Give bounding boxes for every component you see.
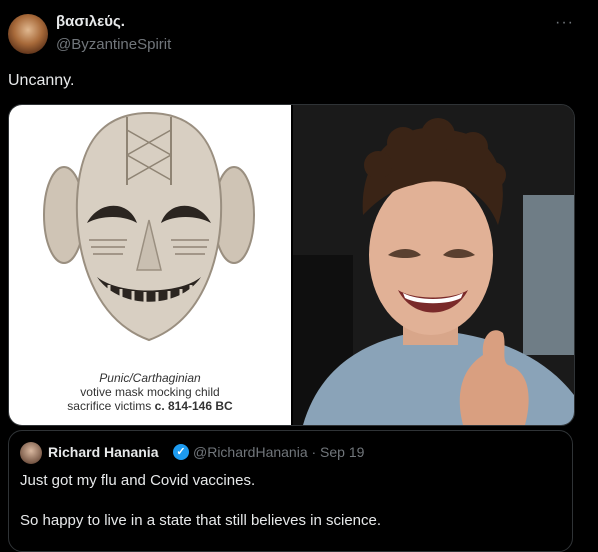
mask-caption: Punic/Carthaginian votive mask mocking c… xyxy=(9,371,291,413)
author-avatar[interactable] xyxy=(8,14,48,54)
author-handle[interactable]: @ByzantineSpirit xyxy=(56,36,171,53)
caption-line-3: sacrifice victims c. 814-146 BC xyxy=(9,399,291,413)
tweet-media[interactable]: Punic/Carthaginian votive mask mocking c… xyxy=(8,104,575,426)
quoted-text-line-1: Just got my flu and Covid vaccines. xyxy=(20,472,256,489)
caption-line-1: Punic/Carthaginian xyxy=(99,371,201,385)
caption-line-2: votive mask mocking child xyxy=(80,385,220,399)
quoted-author-name[interactable]: Richard Hanania xyxy=(48,444,158,460)
mask-illustration xyxy=(43,111,255,342)
quoted-handle-date[interactable]: @RichardHanania · Sep 19 xyxy=(193,444,364,460)
selfie-image[interactable] xyxy=(293,105,574,425)
selfie-illustration xyxy=(293,105,574,425)
author-display-name[interactable]: βασιλεύς. xyxy=(56,13,125,30)
more-horizontal-icon[interactable]: ··· xyxy=(555,14,574,32)
mask-image[interactable]: Punic/Carthaginian votive mask mocking c… xyxy=(9,105,291,425)
quoted-text-line-2: So happy to live in a state that still b… xyxy=(20,512,382,529)
caption-date: c. 814-146 BC xyxy=(154,399,233,413)
caption-line-3a: sacrifice victims xyxy=(67,399,155,413)
verified-badge-icon: ✓ xyxy=(173,444,189,460)
tweet-text: Uncanny. xyxy=(8,72,75,89)
quoted-author-avatar[interactable] xyxy=(20,442,42,464)
